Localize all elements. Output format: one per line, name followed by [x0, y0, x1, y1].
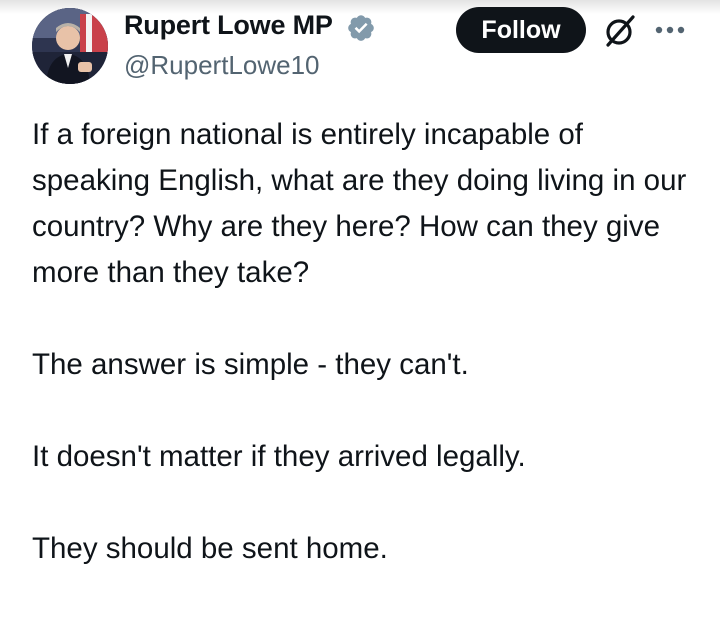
more-horizontal-icon[interactable] [654, 22, 686, 38]
user-handle[interactable]: @RupertLowe10 [124, 50, 320, 81]
avatar-photo [32, 8, 108, 84]
display-name[interactable]: Rupert Lowe MP [124, 10, 333, 41]
grok-icon[interactable] [602, 12, 638, 48]
tweet-paragraph: It doesn't matter if they arrived legall… [32, 440, 526, 473]
tweet-paragraph: They should be sent home. [32, 532, 388, 565]
avatar[interactable] [32, 8, 108, 84]
tweet-header: Rupert Lowe MP @RupertLowe10 Follow [0, 0, 720, 90]
tweet-paragraph: The answer is simple - they can't. [32, 348, 469, 381]
tweet-paragraph: If a foreign national is entirely incapa… [32, 118, 687, 289]
tweet-text: If a foreign national is entirely incapa… [32, 112, 692, 618]
verified-badge-icon [346, 13, 376, 43]
follow-button[interactable]: Follow [456, 7, 586, 53]
